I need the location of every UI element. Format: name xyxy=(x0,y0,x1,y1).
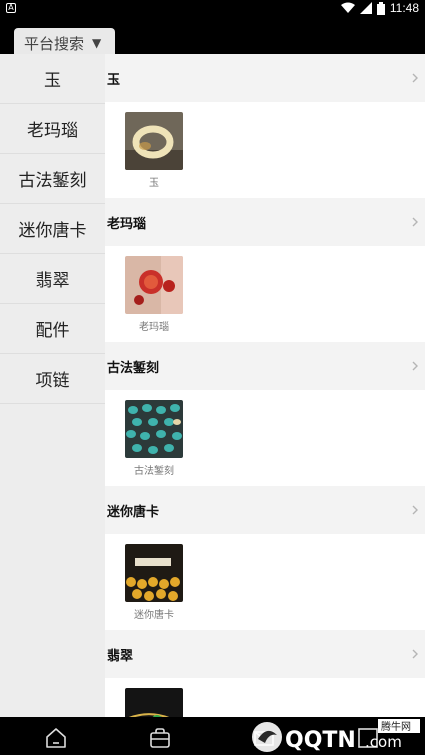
product-label: 古法錾刻 xyxy=(134,466,174,477)
sidebar-item-jadeite[interactable]: 翡翠 xyxy=(0,254,105,304)
product-card[interactable]: 迷你唐卡 xyxy=(125,544,183,621)
home-icon[interactable] xyxy=(44,726,68,750)
section-header[interactable]: 古法錾刻 xyxy=(105,342,425,390)
product-card[interactable]: 玉 xyxy=(125,112,183,189)
notification-icon: A xyxy=(6,3,16,13)
section-products: 迷你唐卡 xyxy=(105,534,425,630)
jade-bangle-thumbnail xyxy=(125,112,183,170)
sidebar-item-accessories[interactable]: 配件 xyxy=(0,304,105,354)
chevron-right-icon xyxy=(412,361,418,371)
section-title: 玉 xyxy=(107,72,121,88)
chevron-right-icon xyxy=(412,649,418,659)
dropdown-arrow-icon: ▼ xyxy=(92,36,102,50)
battery-icon xyxy=(376,1,385,15)
product-label: 玉 xyxy=(149,178,159,189)
signal-icon xyxy=(359,2,372,14)
section-title: 古法錾刻 xyxy=(107,360,160,376)
section-products: 老玛瑙 xyxy=(105,246,425,342)
sidebar-item-jade[interactable]: 玉 xyxy=(0,54,105,104)
section-title: 翡翠 xyxy=(107,648,134,664)
sidebar-item-engraving[interactable]: 古法錾刻 xyxy=(0,154,105,204)
chevron-right-icon xyxy=(412,505,418,515)
section-header[interactable]: 翡翠 xyxy=(105,630,425,678)
product-label: 迷你唐卡 xyxy=(134,610,174,621)
watermark-brand: QQTN xyxy=(285,728,356,753)
section-header[interactable]: 老玛瑙 xyxy=(105,198,425,246)
product-card[interactable]: 老玛瑙 xyxy=(125,256,183,333)
wifi-icon xyxy=(340,2,355,13)
sidebar-item-necklace[interactable]: 项链 xyxy=(0,354,105,404)
sidebar-item-mini-thangka[interactable]: 迷你唐卡 xyxy=(0,204,105,254)
watermark-suffix: .com xyxy=(365,733,402,751)
section-header[interactable]: 迷你唐卡 xyxy=(105,486,425,534)
sidebar-item-old-agate[interactable]: 老玛瑙 xyxy=(0,104,105,154)
section-header[interactable]: 玉 xyxy=(105,54,425,102)
product-label: 老玛瑙 xyxy=(139,322,169,333)
chevron-right-icon xyxy=(412,217,418,227)
jadeite-thumbnail xyxy=(125,688,183,717)
chevron-right-icon xyxy=(412,73,418,83)
shop-bag-icon[interactable] xyxy=(148,726,172,750)
section-products: 玉 xyxy=(105,102,425,198)
section-products xyxy=(105,678,425,717)
category-sidebar: 玉 老玛瑙 古法錾刻 迷你唐卡 翡翠 配件 项链 xyxy=(0,54,105,717)
watermark-cn: 腾牛网 xyxy=(381,720,411,733)
status-icons: 11:48 xyxy=(340,1,419,15)
product-card[interactable] xyxy=(125,688,183,717)
top-bar: 平台搜索 ▼ xyxy=(0,18,425,58)
qqtn-watermark: QQTN .com 腾牛网 xyxy=(252,719,420,753)
section-title: 迷你唐卡 xyxy=(107,504,160,520)
product-card[interactable]: 古法錾刻 xyxy=(125,400,183,477)
status-bar: A 11:48 xyxy=(0,0,425,18)
engraving-thumbnail xyxy=(125,400,183,458)
section-title: 老玛瑙 xyxy=(107,216,147,232)
platform-search-label: 平台搜索 xyxy=(24,34,85,53)
mini-thangka-thumbnail xyxy=(125,544,183,602)
status-time: 11:48 xyxy=(389,1,419,15)
section-products: 古法錾刻 xyxy=(105,390,425,486)
old-agate-thumbnail xyxy=(125,256,183,314)
category-content: 玉 玉 老玛瑙 老玛瑙 古法錾刻 古法錾刻 迷你唐卡 迷你唐卡 翡翠 xyxy=(105,54,425,717)
